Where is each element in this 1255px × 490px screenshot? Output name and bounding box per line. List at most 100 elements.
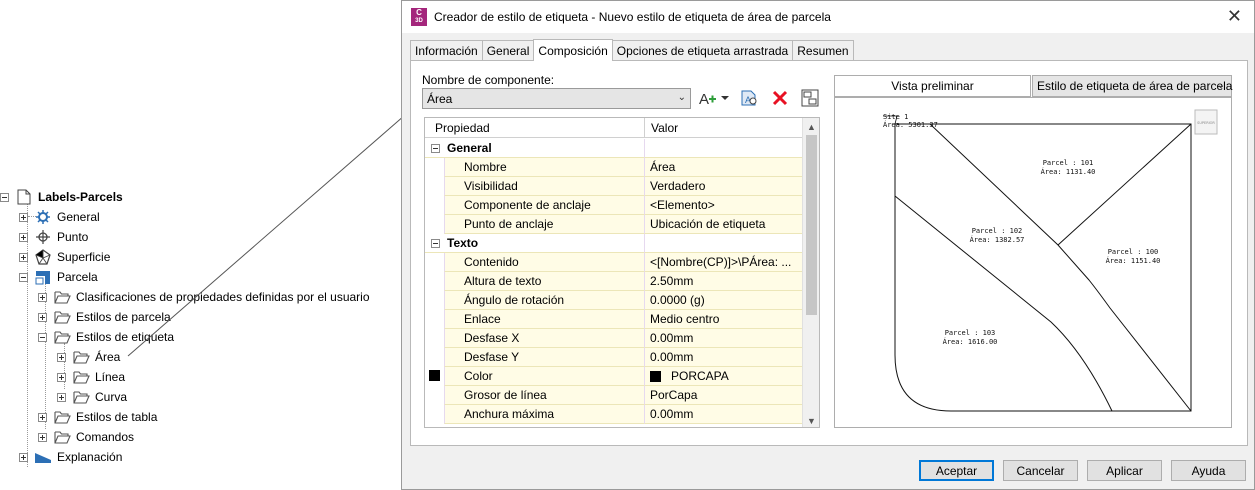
civil3d-app-icon: C 3D [411, 8, 427, 26]
column-header-property: Propiedad [435, 121, 490, 135]
grading-icon [34, 449, 52, 465]
property-row[interactable]: Nombre Área [425, 158, 803, 177]
property-row[interactable]: Punto de anclaje Ubicación de etiqueta [425, 215, 803, 234]
expand-icon[interactable] [19, 232, 28, 242]
property-row[interactable]: Anchura máxima 0.00mm [425, 405, 803, 424]
tree-root-label: Labels-Parcels [38, 190, 123, 204]
tree-item-linea[interactable]: Línea [57, 367, 125, 387]
tree-item-punto[interactable]: Punto [19, 227, 88, 247]
component-name-value: Área [427, 91, 453, 106]
property-row-color[interactable]: Color PORCAPA [425, 367, 803, 386]
collapse-icon[interactable] [431, 144, 440, 153]
property-row[interactable]: Componente de anclaje <Elemento> [425, 196, 803, 215]
folder-open-icon [53, 409, 71, 425]
preview-button[interactable]: Vista preliminar [834, 75, 1031, 97]
surface-icon [34, 249, 52, 265]
svg-text:A: A [699, 91, 709, 108]
parcel-100-area-label: Área: 1151.40 [1106, 256, 1161, 265]
parcel-103-name-label: Parcel : 103 [945, 329, 996, 337]
preview-style-value: Estilo de etiqueta de área de parcela [1037, 79, 1233, 93]
folder-open-icon [53, 309, 71, 325]
property-row[interactable]: Visibilidad Verdadero [425, 177, 803, 196]
expand-icon[interactable] [57, 352, 66, 362]
scroll-thumb[interactable] [806, 135, 817, 315]
site-name-label: Site 1 [883, 113, 908, 121]
tree-item-superficie[interactable]: Superficie [19, 247, 110, 267]
property-row[interactable]: Altura de texto 2.50mm [425, 272, 803, 291]
prospector-tree: Labels-Parcels General Punto Superficie … [0, 186, 390, 476]
tree-item-estilos-de-tabla[interactable]: Estilos de tabla [38, 407, 157, 427]
tab-strip: Información General Composición Opciones… [410, 39, 854, 61]
expand-icon[interactable] [19, 452, 28, 462]
category-texto[interactable]: Texto [425, 234, 803, 253]
apply-button[interactable]: Aplicar [1087, 460, 1162, 481]
preview-style-select[interactable]: Estilo de etiqueta de área de parcela ⌄ [1032, 75, 1232, 97]
property-row[interactable]: Enlace Medio centro [425, 310, 803, 329]
tree-item-clasificaciones[interactable]: Clasificaciones de propiedades definidas… [38, 287, 370, 307]
component-draw-order-button[interactable] [799, 87, 821, 109]
property-row[interactable]: Desfase Y 0.00mm [425, 348, 803, 367]
expand-icon[interactable] [57, 372, 66, 382]
component-name-label: Nombre de componente: [422, 73, 555, 87]
parcel-103-area-label: Área: 1616.00 [943, 337, 998, 346]
tab-composicion[interactable]: Composición [533, 39, 613, 61]
help-button[interactable]: Ayuda [1171, 460, 1246, 481]
document-icon [15, 189, 33, 205]
add-component-button[interactable]: A [697, 87, 731, 109]
tree-item-label: Superficie [57, 250, 111, 264]
expand-icon[interactable] [38, 292, 47, 302]
tab-resumen[interactable]: Resumen [792, 40, 854, 60]
tree-item-comandos[interactable]: Comandos [38, 427, 134, 447]
dialog-title: Creador de estilo de etiqueta - Nuevo es… [434, 10, 831, 24]
component-name-select[interactable]: Área ⌄ [422, 88, 691, 109]
tree-item-parcela[interactable]: Parcela [19, 267, 98, 287]
folder-open-icon [53, 329, 71, 345]
gear-icon [34, 209, 52, 225]
expand-icon[interactable] [19, 252, 28, 262]
tab-general[interactable]: General [481, 40, 535, 60]
expand-icon[interactable] [38, 432, 47, 442]
tree-item-estilos-de-etiqueta[interactable]: Estilos de etiqueta [38, 327, 174, 347]
property-row[interactable]: Contenido <[Nombre(CP)]>\PÁrea: ... [425, 253, 803, 272]
tree-item-area[interactable]: Área [57, 347, 120, 367]
property-row[interactable]: Grosor de línea PorCapa [425, 386, 803, 405]
tree-root-labels-parcels[interactable]: Labels-Parcels [0, 187, 123, 207]
copy-component-icon: A [741, 90, 757, 106]
preview-canvas: Site 1 Área: 5301.37 Parcel : 101 Área: … [834, 97, 1232, 428]
tree-item-explanacion[interactable]: Explanación [19, 447, 122, 467]
folder-open-icon [53, 429, 71, 445]
parcel-100-name-label: Parcel : 100 [1108, 248, 1159, 256]
delete-red-x-icon [772, 90, 788, 106]
tab-opciones-etiqueta-arrastrada[interactable]: Opciones de etiqueta arrastrada [611, 40, 794, 60]
category-general[interactable]: General [425, 139, 803, 158]
tree-item-label: Punto [57, 230, 89, 244]
property-row[interactable]: Ángulo de rotación 0.0000 (g) [425, 291, 803, 310]
parcel-101-area-label: Área: 1131.40 [1041, 167, 1096, 176]
grid-vertical-scrollbar[interactable]: ▲ ▼ [802, 118, 819, 427]
tree-item-general[interactable]: General [19, 207, 100, 227]
expand-icon[interactable] [38, 312, 47, 322]
add-text-component-icon: A [699, 91, 729, 108]
parcel-preview-drawing: Site 1 Área: 5301.37 Parcel : 101 Área: … [883, 109, 1218, 412]
collapse-icon[interactable] [0, 192, 9, 202]
tab-informacion[interactable]: Información [410, 40, 483, 60]
expand-icon[interactable] [19, 212, 28, 222]
scroll-up-icon[interactable]: ▲ [803, 118, 819, 135]
copy-component-button[interactable]: A [738, 87, 760, 109]
ok-button[interactable]: Aceptar [919, 460, 994, 481]
expand-icon[interactable] [57, 392, 66, 402]
scroll-down-icon[interactable]: ▼ [803, 412, 819, 427]
tree-item-estilos-de-parcela[interactable]: Estilos de parcela [38, 307, 171, 327]
folder-open-icon [72, 349, 90, 365]
collapse-icon[interactable] [19, 272, 28, 282]
tree-item-label: Estilos de parcela [76, 310, 171, 324]
delete-component-button[interactable] [769, 87, 791, 109]
collapse-icon[interactable] [38, 332, 47, 342]
tree-item-curva[interactable]: Curva [57, 387, 127, 407]
cancel-button[interactable]: Cancelar [1003, 460, 1078, 481]
property-row[interactable]: Desfase X 0.00mm [425, 329, 803, 348]
chevron-down-icon: ⌄ [677, 92, 686, 103]
collapse-icon[interactable] [431, 239, 440, 248]
close-icon[interactable]: ✕ [1227, 7, 1242, 25]
expand-icon[interactable] [38, 412, 47, 422]
